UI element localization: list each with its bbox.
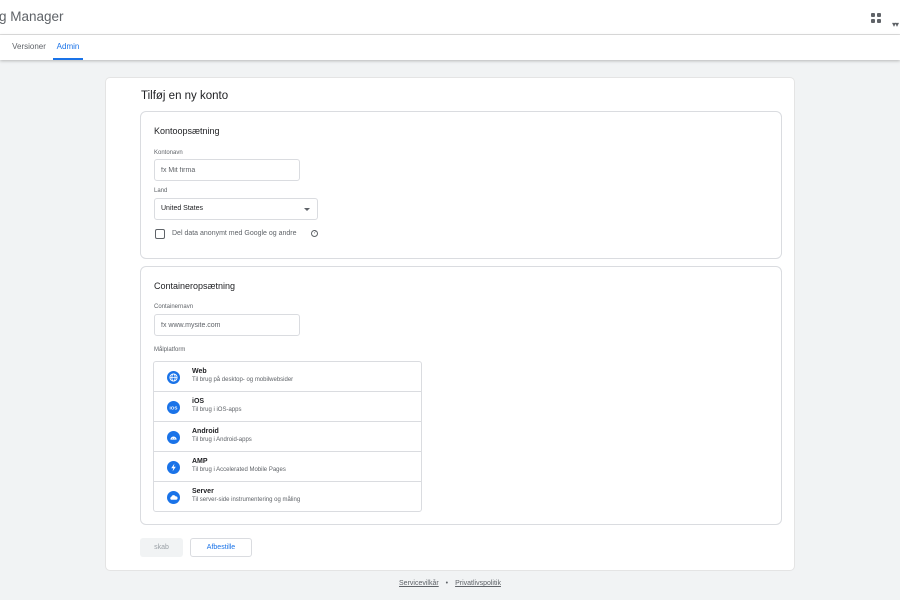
ios-icon: iOS bbox=[167, 401, 180, 414]
account-menu-icon[interactable]: ▾▾ bbox=[892, 20, 899, 29]
tab-bar: Versioner Admin bbox=[0, 35, 900, 60]
platform-description: Til brug i Android-apps bbox=[192, 437, 252, 443]
cancel-button[interactable]: Afbestille bbox=[190, 538, 252, 557]
apps-grid-icon[interactable] bbox=[871, 13, 881, 23]
dropdown-arrow-icon bbox=[304, 208, 310, 211]
country-select[interactable]: United States bbox=[154, 198, 318, 220]
platform-option-ios[interactable]: iOS iOS Til brug i iOS-apps bbox=[154, 392, 421, 422]
footer-separator: • bbox=[445, 580, 449, 587]
account-name-input[interactable] bbox=[154, 159, 300, 181]
platform-name: Web bbox=[192, 368, 207, 375]
globe-icon bbox=[167, 371, 180, 384]
app-title: g Manager bbox=[0, 9, 64, 24]
platform-option-android[interactable]: Android Til brug i Android-apps bbox=[154, 422, 421, 452]
help-icon[interactable]: ? bbox=[311, 230, 318, 237]
platform-option-web[interactable]: Web Til brug på desktop- og mobilwebside… bbox=[154, 362, 421, 392]
page-title: Tilføj en ny konto bbox=[141, 90, 229, 102]
share-data-checkbox[interactable] bbox=[155, 229, 165, 239]
platform-name: Android bbox=[192, 428, 219, 435]
platform-description: Til server-side instrumentering og målin… bbox=[192, 497, 301, 503]
container-name-label: Containernavn bbox=[154, 304, 194, 310]
share-data-label: Del data anonymt med Google og andre bbox=[172, 230, 297, 237]
container-setup-title: Containeropsætning bbox=[154, 281, 236, 291]
cloud-icon bbox=[167, 491, 180, 504]
tab-admin[interactable]: Admin bbox=[53, 35, 83, 60]
android-icon bbox=[167, 431, 180, 444]
amp-lightning-icon bbox=[167, 461, 180, 474]
country-select-value: United States bbox=[161, 205, 204, 212]
account-setup-title: Kontoopsætning bbox=[154, 126, 220, 136]
platform-description: Til brug i Accelerated Mobile Pages bbox=[192, 467, 286, 473]
platform-name: AMP bbox=[192, 458, 208, 465]
target-platform-list: Web Til brug på desktop- og mobilwebside… bbox=[153, 361, 422, 512]
top-app-bar: g Manager ▾▾ bbox=[0, 0, 900, 35]
footer: Servicevilkår • Privatlivspolitik bbox=[0, 580, 900, 587]
platform-description: Til brug på desktop- og mobilwebsider bbox=[192, 377, 294, 383]
target-platform-label: Målplatform bbox=[154, 347, 186, 353]
terms-of-service-link[interactable]: Servicevilkår bbox=[399, 580, 439, 587]
account-name-label: Kontonavn bbox=[154, 150, 183, 156]
platform-option-amp[interactable]: AMP Til brug i Accelerated Mobile Pages bbox=[154, 452, 421, 482]
tab-versioner[interactable]: Versioner bbox=[6, 35, 52, 60]
create-button[interactable]: skab bbox=[140, 538, 183, 557]
country-label: Land bbox=[154, 188, 168, 194]
platform-name: iOS bbox=[192, 398, 205, 405]
add-account-card: Tilføj en ny konto Kontoopsætning Konton… bbox=[106, 78, 794, 570]
privacy-policy-link[interactable]: Privatlivspolitik bbox=[455, 580, 501, 587]
account-setup-section: Kontoopsætning Kontonavn Land United Sta… bbox=[140, 111, 782, 259]
platform-description: Til brug i iOS-apps bbox=[192, 407, 242, 413]
container-name-input[interactable] bbox=[154, 314, 300, 336]
container-setup-section: Containeropsætning Containernavn Målplat… bbox=[140, 266, 782, 525]
platform-option-server[interactable]: Server Til server-side instrumentering o… bbox=[154, 482, 421, 511]
svg-text:iOS: iOS bbox=[170, 405, 178, 410]
platform-name: Server bbox=[192, 488, 214, 495]
